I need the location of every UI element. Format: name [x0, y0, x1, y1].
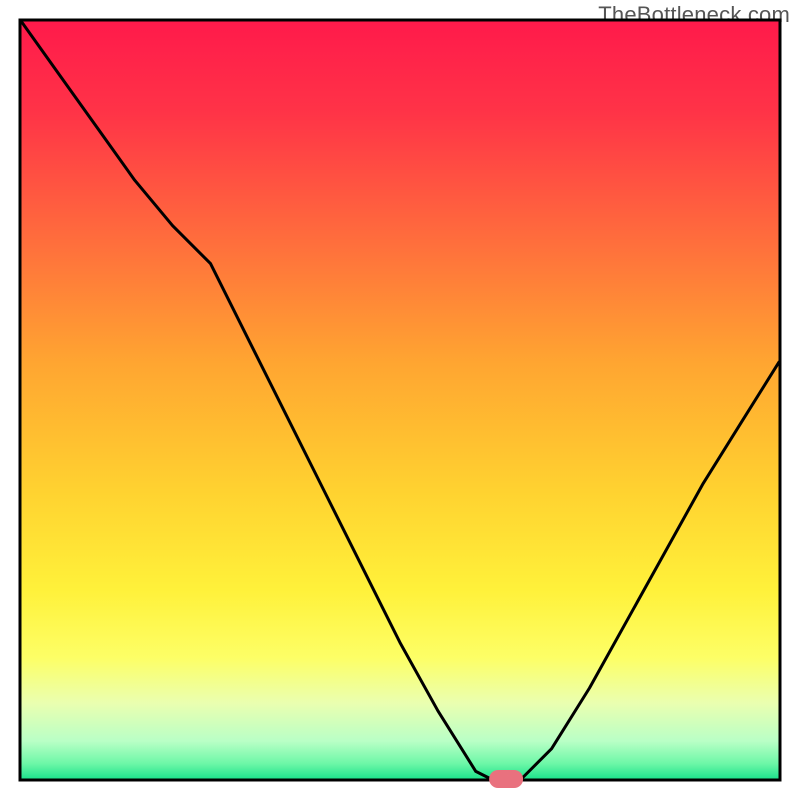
- optimum-marker: [489, 770, 523, 788]
- bottleneck-curve-chart: [0, 0, 800, 800]
- gradient-background: [21, 21, 779, 779]
- plot-area: [20, 20, 780, 788]
- chart-container: TheBottleneck.com: [0, 0, 800, 800]
